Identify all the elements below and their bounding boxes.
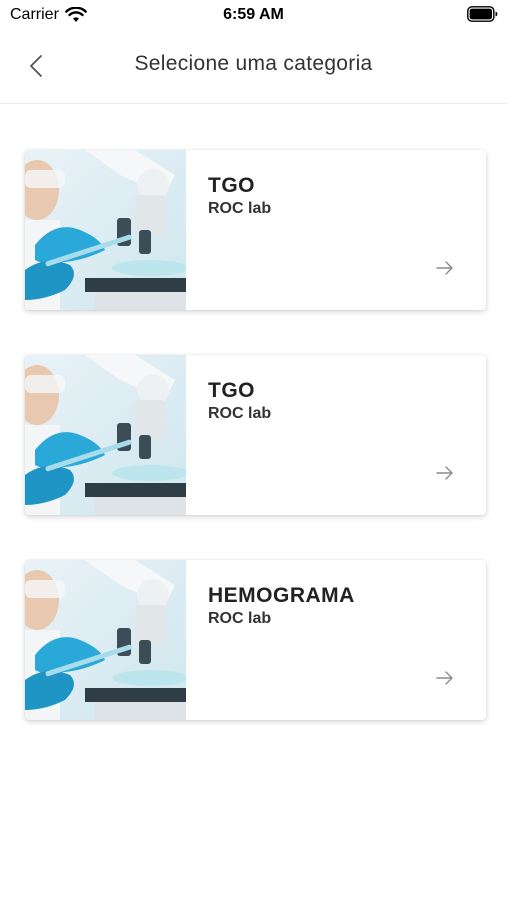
page-title: Selecione uma categoria [134, 52, 373, 75]
lab-image [25, 355, 186, 515]
category-card[interactable]: TGO ROC lab [25, 355, 486, 515]
arrow-right-icon [436, 466, 453, 480]
category-card[interactable]: TGO ROC lab [25, 150, 486, 310]
card-subtitle: ROC lab [208, 405, 272, 422]
card-subtitle: ROC lab [208, 610, 272, 627]
arrow-right-icon [436, 671, 453, 685]
status-bar: Carrier 6:59 AM [0, 0, 507, 32]
lab-image [25, 150, 186, 310]
battery-icon [467, 6, 498, 22]
clock: 6:59 AM [223, 6, 284, 23]
card-title: TGO [208, 379, 255, 402]
arrow-right-icon [436, 261, 453, 275]
card-subtitle: ROC lab [208, 200, 272, 217]
card-title: HEMOGRAMA [208, 584, 355, 607]
navigation-bar: Selecione uma categoria [0, 32, 507, 104]
category-list: TGO ROC lab TGO ROC lab HEMOGRAMA ROC la… [25, 150, 486, 765]
category-card[interactable]: HEMOGRAMA ROC lab [25, 560, 486, 720]
card-title: TGO [208, 174, 255, 197]
lab-image [25, 560, 186, 720]
